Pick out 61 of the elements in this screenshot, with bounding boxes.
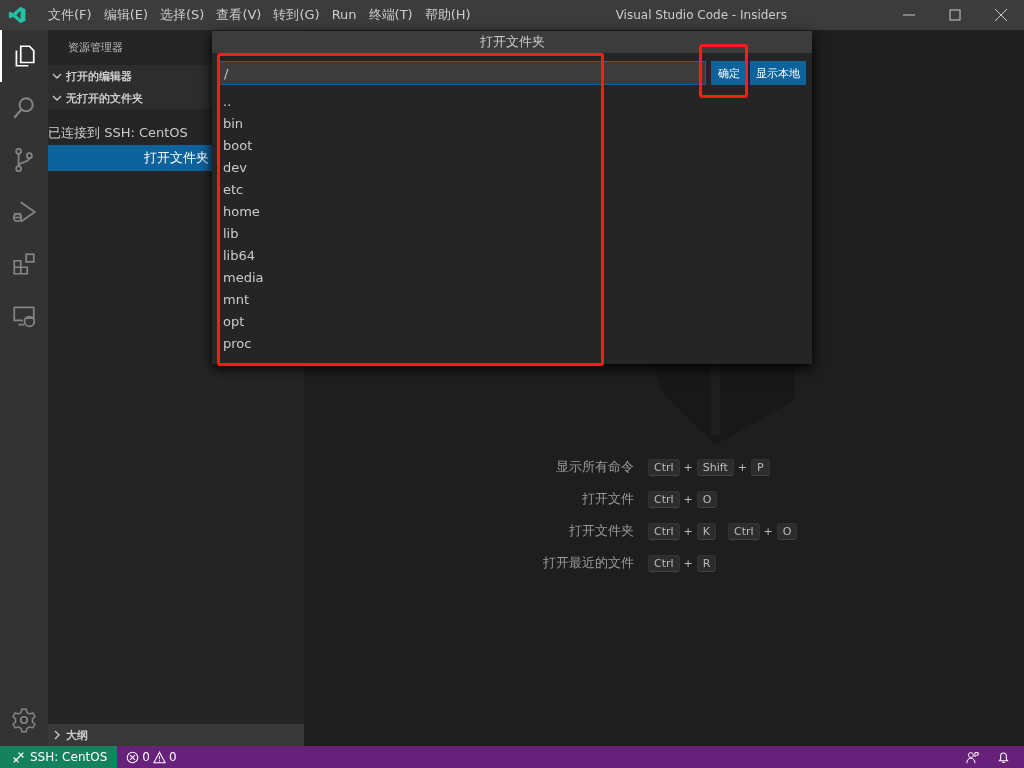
folder-item[interactable]: home: [212, 201, 812, 223]
sidebar-title: 资源管理器: [67, 40, 124, 56]
folder-item[interactable]: lib64: [212, 245, 812, 267]
plus-sign: +: [763, 524, 773, 538]
menu-item[interactable]: 文件(F): [42, 0, 98, 30]
feedback-icon[interactable]: [966, 750, 979, 764]
plus-sign: +: [737, 460, 748, 474]
dialog-title: 打开文件夹: [212, 31, 812, 53]
shortcut-label: 打开文件: [581, 490, 634, 508]
folder-item[interactable]: etc: [212, 179, 812, 201]
plus-sign: +: [683, 556, 693, 570]
keycap: O: [776, 522, 798, 540]
keycap: O: [696, 490, 718, 508]
menu-item[interactable]: 终端(T): [362, 0, 419, 30]
menu-item[interactable]: 帮助(H): [418, 0, 477, 30]
keycap: Ctrl: [648, 554, 680, 572]
menu-item[interactable]: 编辑(E): [97, 0, 154, 30]
keycap: R: [696, 554, 717, 572]
section-header[interactable]: 大纲: [48, 724, 304, 746]
show-local-button[interactable]: 显示本地: [750, 61, 806, 85]
close-icon[interactable]: [995, 9, 1007, 21]
shortcut-label: 打开最近的文件: [542, 554, 634, 572]
folder-item[interactable]: lib: [212, 223, 812, 245]
search-icon[interactable]: [11, 95, 37, 121]
warning-count[interactable]: 0: [168, 750, 177, 764]
menu-item[interactable]: 选择(S): [154, 0, 211, 30]
settings-icon[interactable]: [11, 707, 37, 733]
keycap: Ctrl: [648, 458, 680, 476]
remote-status-item[interactable]: SSH: CentOS: [0, 746, 118, 768]
app-logo-icon: [8, 5, 28, 25]
window-title: Visual Studio Code - Insiders: [614, 8, 788, 22]
path-input-field[interactable]: /: [219, 61, 706, 85]
keycap: Ctrl: [648, 522, 680, 540]
keycap: P: [751, 458, 770, 476]
folder-item[interactable]: mnt: [212, 289, 812, 311]
bell-icon[interactable]: [997, 750, 1010, 764]
folder-item[interactable]: media: [212, 267, 812, 289]
warning-icon: [152, 750, 166, 764]
folder-item[interactable]: proc: [212, 333, 812, 355]
keycap: Ctrl: [728, 522, 760, 540]
menu-item[interactable]: Run: [325, 0, 363, 30]
extensions-icon[interactable]: [11, 251, 37, 277]
menu-item[interactable]: 转到(G): [267, 0, 326, 30]
folder-item[interactable]: bin: [212, 113, 812, 135]
ok-button[interactable]: 确定: [711, 61, 746, 85]
shortcut-label: 显示所有命令: [555, 458, 634, 476]
remote-explorer-icon[interactable]: [11, 303, 37, 329]
menu-item[interactable]: 查看(V): [210, 0, 268, 30]
keycap: Ctrl: [648, 490, 680, 508]
run-debug-icon[interactable]: [11, 199, 37, 225]
keycap: Shift: [696, 458, 734, 476]
error-icon: [126, 750, 140, 764]
folder-item[interactable]: opt: [212, 311, 812, 333]
maximize-icon[interactable]: [949, 9, 961, 21]
plus-sign: +: [683, 460, 693, 474]
shortcut-label: 打开文件夹: [568, 522, 634, 540]
keycap: K: [696, 522, 716, 540]
plus-sign: +: [683, 492, 693, 506]
error-count[interactable]: 0: [142, 750, 150, 764]
plus-sign: +: [683, 524, 693, 538]
remote-icon: [12, 750, 25, 764]
